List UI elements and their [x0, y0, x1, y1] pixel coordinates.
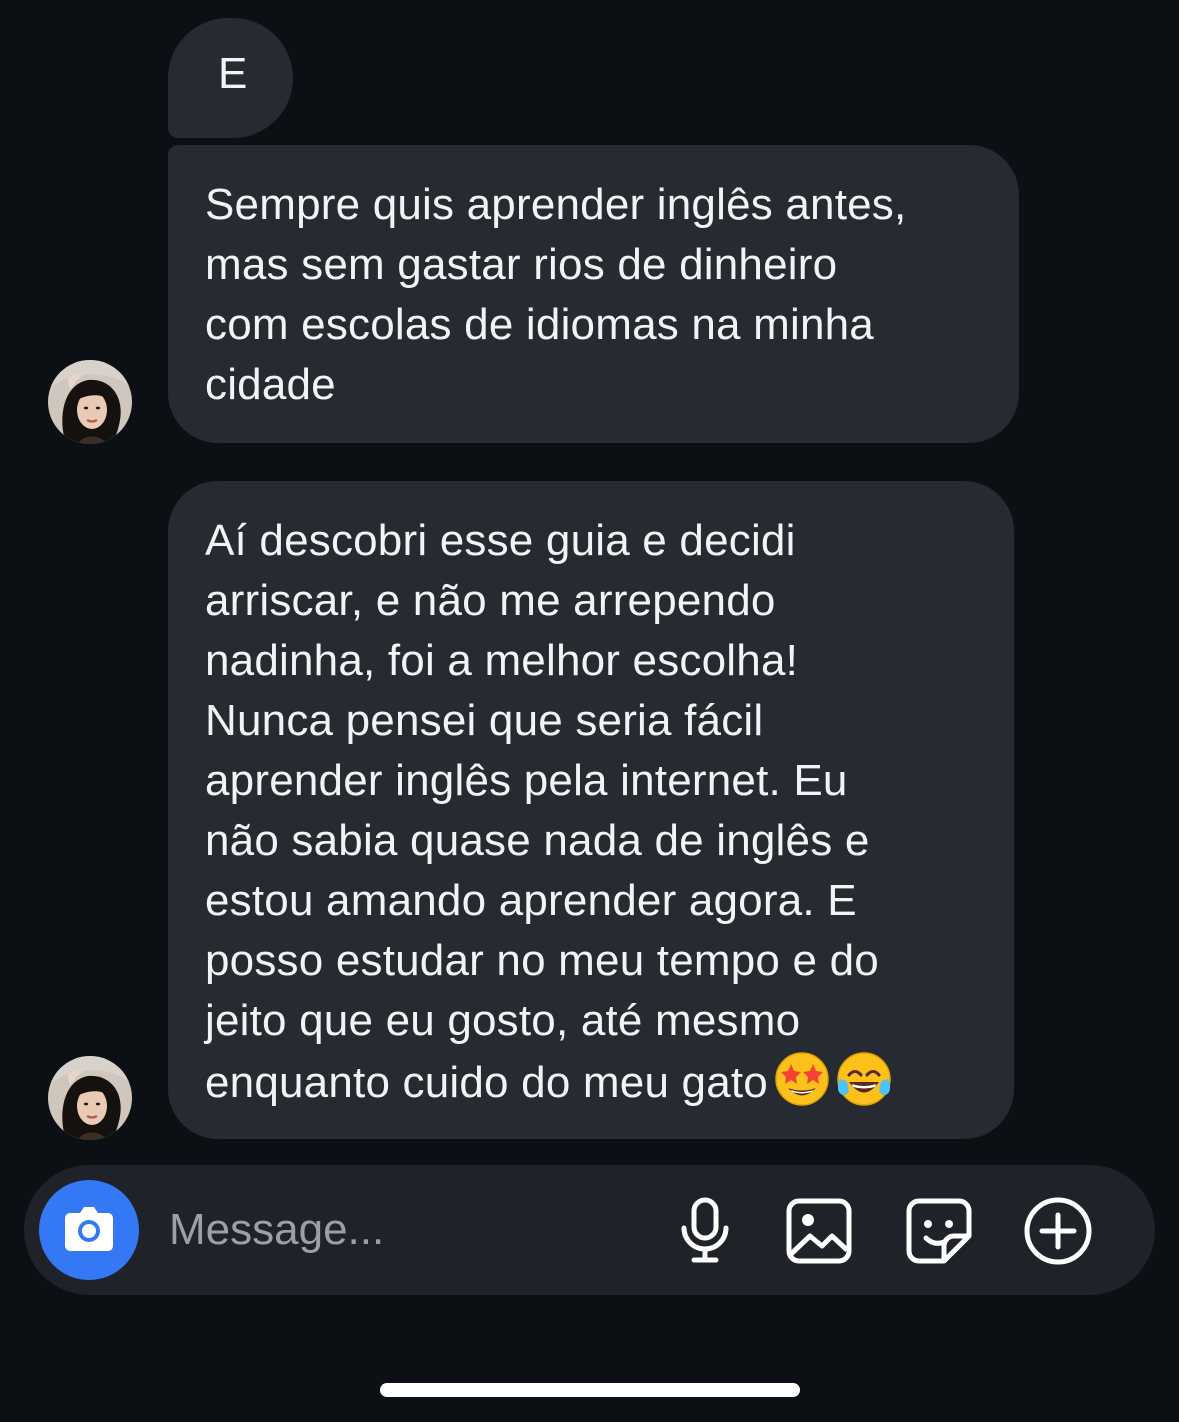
- sticker-icon: [906, 1198, 972, 1264]
- message-text-body: Aí descobri esse guia e decidi arriscar,…: [205, 516, 879, 1107]
- avatar-photo: [48, 1056, 132, 1140]
- message-composer: [24, 1165, 1155, 1295]
- plus-icon: [1024, 1197, 1092, 1265]
- microphone-icon: [681, 1197, 729, 1263]
- message-bubble[interactable]: Sempre quis aprender inglês antes, mas s…: [168, 145, 1019, 443]
- message-text: E: [218, 49, 248, 98]
- message-bubble[interactable]: Aí descobri esse guia e decidi arriscar,…: [168, 481, 1014, 1139]
- camera-button[interactable]: [39, 1180, 139, 1280]
- gallery-button[interactable]: [783, 1195, 855, 1267]
- message-bubble-short[interactable]: E: [168, 18, 293, 138]
- avatar[interactable]: [48, 1056, 132, 1140]
- gallery-icon: [786, 1198, 852, 1264]
- tears-of-joy-emoji: [837, 1052, 891, 1106]
- message-input[interactable]: [169, 1198, 649, 1262]
- camera-icon: [65, 1207, 113, 1251]
- star-struck-emoji: [775, 1052, 829, 1106]
- more-button[interactable]: [1022, 1195, 1094, 1267]
- avatar-photo: [48, 360, 132, 444]
- message-text: Sempre quis aprender inglês antes, mas s…: [205, 180, 907, 409]
- microphone-button[interactable]: [669, 1195, 741, 1267]
- sticker-button[interactable]: [903, 1195, 975, 1267]
- avatar[interactable]: [48, 360, 132, 444]
- home-indicator[interactable]: [380, 1383, 800, 1397]
- message-text: Aí descobri esse guia e decidi arriscar,…: [205, 511, 984, 1113]
